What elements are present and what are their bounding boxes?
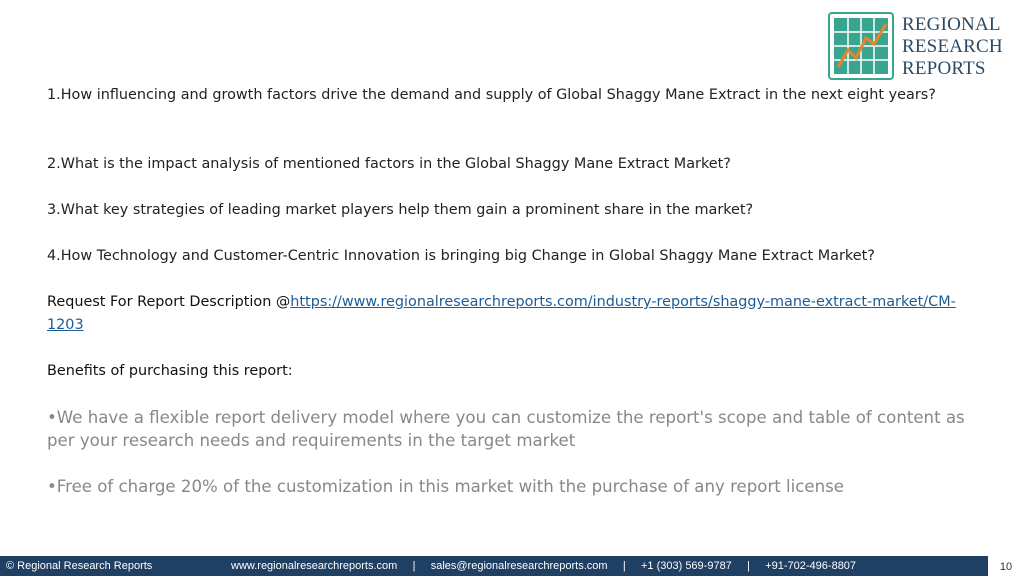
page-number: 10 <box>988 556 1024 576</box>
logo-line-3: REPORTS <box>902 58 986 79</box>
question-2: 2.What is the impact analysis of mention… <box>47 156 731 172</box>
company-logo: REGIONAL RESEARCH REPORTS <box>828 12 1018 84</box>
logo-chart-icon <box>828 12 894 80</box>
benefits-heading: Benefits of purchasing this report: <box>47 363 293 379</box>
benefit-bullet-1: •We have a flexible report delivery mode… <box>47 408 965 450</box>
logo-line-2: RESEARCH <box>902 36 1003 57</box>
logo-line-1: REGIONAL <box>902 14 1001 35</box>
benefit-bullet-2: •Free of charge 20% of the customization… <box>47 477 844 496</box>
question-3: 3.What key strategies of leading market … <box>47 202 754 218</box>
footer-copyright: © Regional Research Reports <box>6 560 153 572</box>
logo-wordmark: REGIONAL RESEARCH REPORTS <box>902 14 1003 80</box>
footer-bar: © Regional Research Reports www.regional… <box>0 556 1024 576</box>
footer-contacts: www.regionalresearchreports.com | sales@… <box>231 560 857 572</box>
question-4: 4.How Technology and Customer-Centric In… <box>47 248 875 264</box>
request-label: Request For Report Description @ <box>47 294 291 310</box>
question-1: 1.How influencing and growth factors dri… <box>47 87 936 103</box>
request-description: Request For Report Description @https://… <box>47 291 957 337</box>
